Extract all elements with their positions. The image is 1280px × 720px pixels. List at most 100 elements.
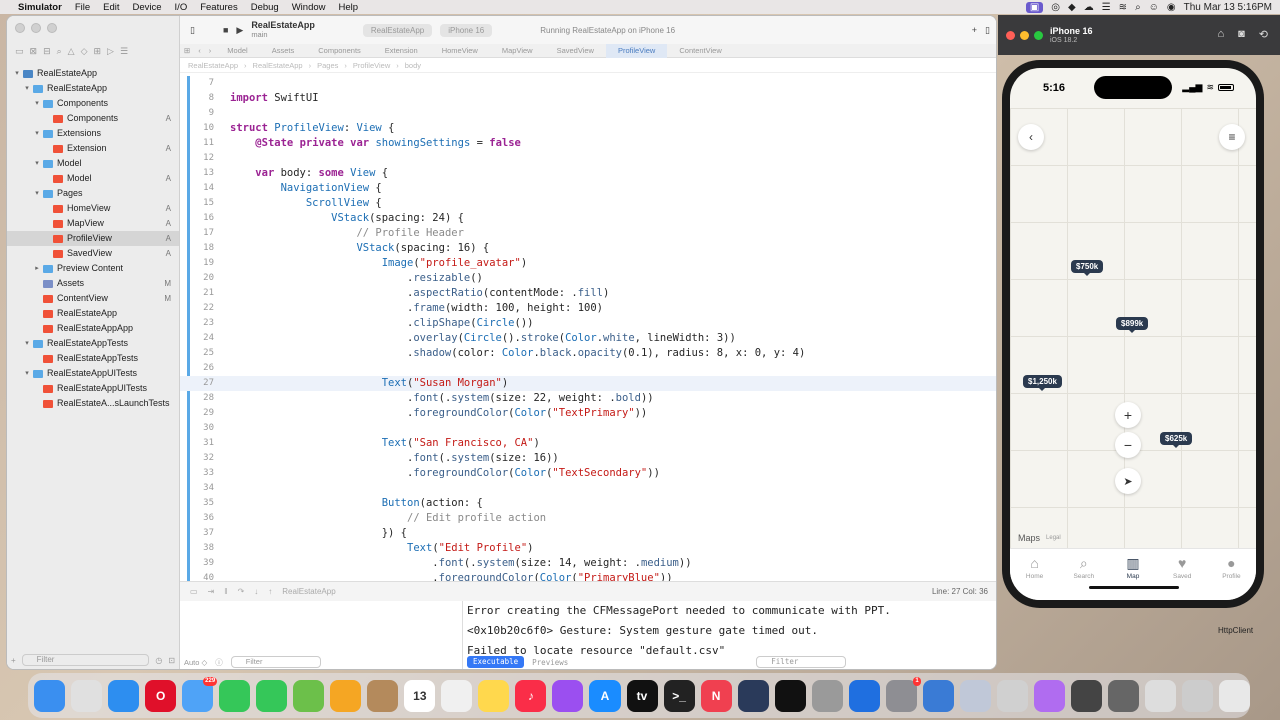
disclosure-icon[interactable]: ▾ [33,186,41,201]
cloud-icon[interactable]: ☁ [1084,2,1094,13]
control-center-icon[interactable]: ☰ [1102,2,1111,13]
screen-record-icon[interactable]: ▣ [1025,1,1044,13]
jump-bar-item[interactable]: body [405,61,421,70]
clock-text[interactable]: Thu Mar 13 5:16PM [1184,2,1272,13]
code-line[interactable]: 36 // Edit profile action [180,511,996,526]
dock-maps-icon[interactable] [293,679,325,712]
breakpoint-icon[interactable]: ▷ [107,46,114,57]
close-button[interactable] [15,23,25,33]
breakpoints-icon[interactable]: ⇥ [208,587,215,596]
rotate-icon[interactable]: ⟲ [1259,28,1268,41]
jump-bar-item[interactable]: ProfileView [353,61,390,70]
sidebar-toggle-icon[interactable]: ▯ [190,25,195,36]
dock-appstore-icon[interactable]: A [589,679,621,712]
menu-file[interactable]: File [75,2,90,13]
code-editor[interactable]: 7 8 import SwiftUI 9 10 struct ProfileView: V… [180,76,996,581]
sim-minimize-button[interactable] [1020,31,1029,40]
code-line[interactable]: 31 Text("San Francisco, CA") [180,436,996,451]
navigator-item[interactable]: HomeView A [7,201,179,216]
dock-capcut-icon[interactable] [774,679,806,712]
home-icon[interactable]: ⌂ [1217,28,1224,41]
dock-launchpad-icon[interactable] [71,679,103,712]
code-line[interactable]: 39 .font(.system(size: 14, weight: .medi… [180,556,996,571]
disclosure-icon[interactable]: ▾ [23,366,31,381]
add-icon[interactable]: + [11,656,16,665]
code-line[interactable]: 38 Text("Edit Profile") [180,541,996,556]
code-line[interactable]: 33 .foregroundColor(Color("TextSecondary… [180,466,996,481]
back-button[interactable]: ‹ [1018,124,1044,150]
disclosure-icon[interactable]: ▾ [23,81,31,96]
disclosure-icon[interactable]: ▾ [33,156,41,171]
dock-news-icon[interactable]: N [700,679,732,712]
code-line[interactable]: 27 Text("Susan Morgan") [180,376,996,391]
menu-window[interactable]: Window [292,2,326,13]
code-line[interactable]: 28 .font(.system(size: 22, weight: .bold… [180,391,996,406]
destination-scheme[interactable]: RealEstateApp [362,23,433,37]
code-line[interactable]: 37 }) { [180,526,996,541]
editor-tab-extension[interactable]: Extension [373,44,430,58]
code-line[interactable]: 25 .shadow(color: Color.black.opacity(0.… [180,346,996,361]
vars-filter-input[interactable]: Filter [230,656,321,668]
console-filter-input[interactable]: Filter [756,656,847,668]
dock-screenshot3-icon[interactable] [1144,679,1176,712]
test-icon[interactable]: ◇ [81,46,88,57]
dock-facetime-icon[interactable] [219,679,251,712]
disclosure-icon[interactable]: ▾ [33,96,41,111]
sim-zoom-button[interactable] [1034,31,1043,40]
info-icon[interactable]: ⓘ [215,657,223,668]
sim-close-button[interactable] [1006,31,1015,40]
console-output[interactable]: Error creating the CFMessagePort needed … [463,601,996,669]
navigator-item[interactable]: ▾ RealEstateAppTests [7,336,179,351]
dock-finder-icon[interactable] [34,679,66,712]
code-line[interactable]: 13 var body: some View { [180,166,996,181]
home-indicator[interactable] [1089,586,1179,589]
debug-icon[interactable]: ⊞ [94,46,102,57]
editor-tab-profileview[interactable]: ProfileView [605,43,668,58]
tab-map[interactable]: ▥ Map [1108,549,1157,600]
disclosure-icon[interactable]: ▾ [23,336,31,351]
code-line[interactable]: 26 [180,361,996,376]
dock-keychain-icon[interactable] [996,679,1028,712]
dock-preview-icon[interactable] [959,679,991,712]
navigator-item[interactable]: MapView A [7,216,179,231]
editor-tab-assets[interactable]: Assets [260,44,307,58]
code-line[interactable]: 24 .overlay(Circle().stroke(Color.white,… [180,331,996,346]
destination-device[interactable]: iPhone 16 [440,23,493,37]
code-line[interactable]: 16 VStack(spacing: 24) { [180,211,996,226]
previews-tab[interactable]: Previews [532,658,568,667]
tab-grid-icon[interactable]: ⊞ [180,46,194,55]
auto-scope-select[interactable]: Auto ◇ [184,658,207,667]
navigator-item[interactable]: Components A [7,111,179,126]
report-icon[interactable]: ☰ [120,46,128,57]
dock-notes-icon[interactable] [478,679,510,712]
dock-contacts-icon[interactable] [367,679,399,712]
scm-filter-icon[interactable]: ⊡ [168,656,175,665]
dock-messages-icon[interactable] [256,679,288,712]
add-icon[interactable]: + [972,25,977,35]
code-line[interactable]: 18 VStack(spacing: 16) { [180,241,996,256]
disclosure-icon[interactable]: ▾ [13,66,21,81]
code-line[interactable]: 11 @State private var showingSettings = … [180,136,996,151]
dock-photos-icon[interactable] [330,679,362,712]
code-line[interactable]: 35 Button(action: { [180,496,996,511]
siri-icon[interactable]: ◉ [1167,2,1176,13]
navigator-item[interactable]: ▾ Components [7,96,179,111]
executable-tab[interactable]: Executable [467,656,525,668]
sync-icon[interactable]: ◎ [1051,2,1060,13]
search-icon[interactable]: ⌕ [1135,2,1141,13]
step-in-icon[interactable]: ↓ [254,587,258,596]
navigator-item[interactable]: ▸ Preview Content [7,261,179,276]
dock-instruments-icon[interactable] [737,679,769,712]
code-line[interactable]: 8 import SwiftUI [180,91,996,106]
code-line[interactable]: 32 .font(.system(size: 16)) [180,451,996,466]
navigator-filter-input[interactable]: Filter [21,654,150,666]
dock-calendar-icon[interactable]: 13 [404,679,436,712]
dock-music-icon[interactable]: ♪ [515,679,547,712]
menu-debug[interactable]: Debug [251,2,279,13]
code-line[interactable]: 40 .foregroundColor(Color("PrimaryBlue")… [180,571,996,581]
tab-home[interactable]: ⌂ Home [1010,549,1059,600]
tab-profile[interactable]: ● Profile [1207,549,1256,600]
menu-device[interactable]: Device [133,2,162,13]
code-line[interactable]: 7 [180,76,996,91]
navigator-item[interactable]: SavedView A [7,246,179,261]
